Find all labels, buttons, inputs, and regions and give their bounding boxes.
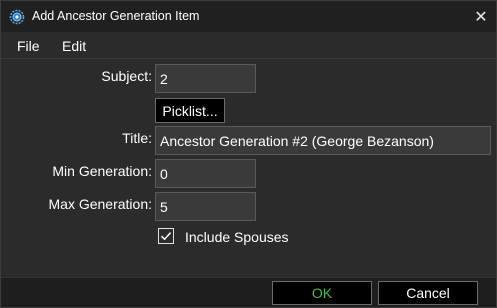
- close-button[interactable]: ✕: [466, 1, 496, 32]
- ok-button[interactable]: OK: [272, 281, 372, 305]
- menu-bar: File Edit: [1, 32, 496, 59]
- title-field[interactable]: Ancestor Generation #2 (George Bezanson): [155, 126, 491, 155]
- dialog-window: Add Ancestor Generation Item ✕ File Edit…: [0, 0, 497, 308]
- gear-globe-icon: [9, 9, 25, 25]
- menu-edit[interactable]: Edit: [62, 38, 86, 54]
- include-spouses-label[interactable]: Include Spouses: [185, 229, 289, 245]
- subject-label: Subject:: [101, 68, 152, 84]
- checkmark-icon: [160, 232, 172, 241]
- title-bar[interactable]: Add Ancestor Generation Item ✕: [1, 1, 496, 32]
- cancel-button[interactable]: Cancel: [378, 281, 478, 305]
- max-generation-label: Max Generation:: [48, 196, 153, 212]
- subject-field[interactable]: 2: [155, 64, 256, 93]
- min-generation-label: Min Generation:: [52, 163, 152, 179]
- max-generation-field[interactable]: 5: [155, 192, 256, 221]
- min-generation-field[interactable]: 0: [155, 159, 256, 188]
- title-label: Title:: [122, 130, 152, 146]
- menu-file[interactable]: File: [17, 38, 40, 54]
- window-title: Add Ancestor Generation Item: [32, 9, 200, 23]
- include-spouses-checkbox[interactable]: [158, 228, 174, 244]
- picklist-button[interactable]: Picklist...: [155, 98, 225, 123]
